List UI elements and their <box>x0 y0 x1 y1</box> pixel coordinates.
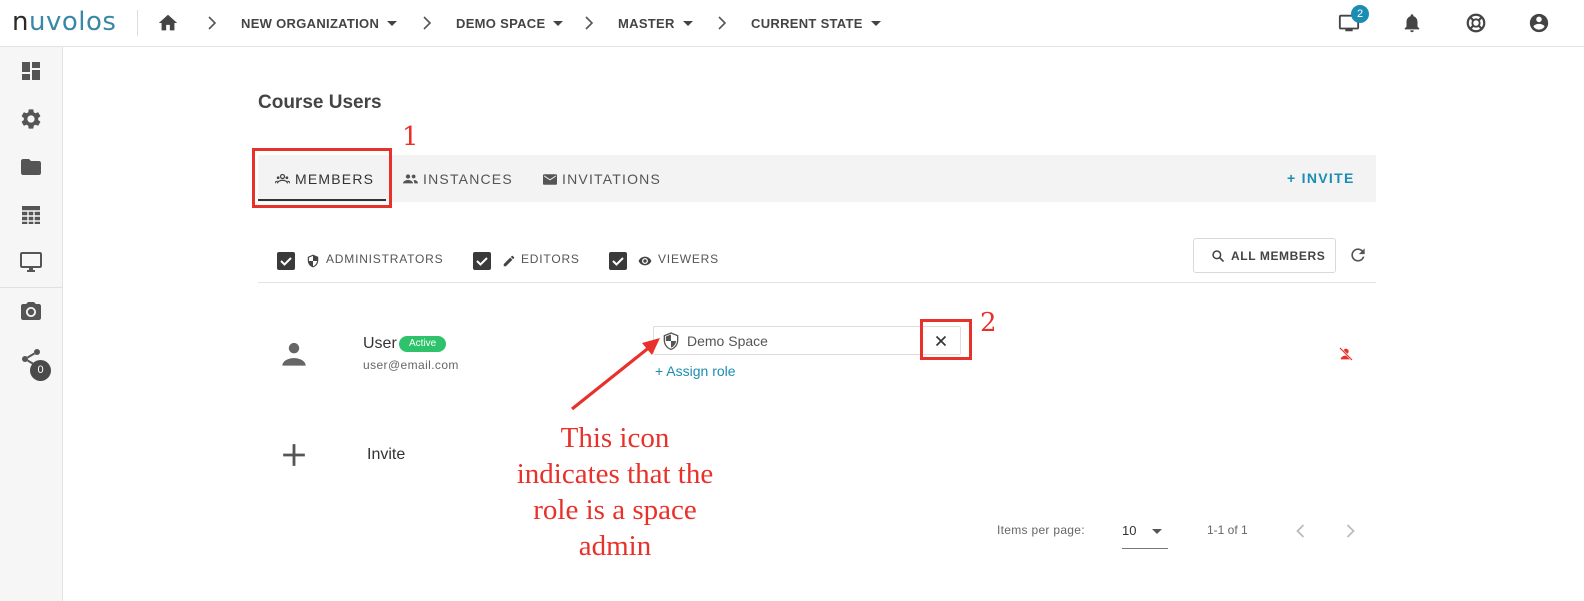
items-per-page-select[interactable]: 10 <box>1122 521 1168 549</box>
notifications-badge: 2 <box>1351 5 1369 23</box>
chevron-right-icon <box>423 16 432 30</box>
table-icon[interactable] <box>19 203 43 227</box>
annotation-box-remove-role <box>920 319 972 360</box>
administrators-checkbox[interactable] <box>277 252 295 270</box>
camera-snapshot-icon[interactable] <box>19 299 43 323</box>
chevron-right-icon[interactable] <box>1340 521 1360 541</box>
chevron-right-icon <box>585 16 594 30</box>
annotation-number-2: 2 <box>980 308 997 338</box>
home-icon[interactable] <box>157 12 179 34</box>
caret-down-icon <box>682 21 693 27</box>
sidebar: 0 <box>0 47 63 601</box>
share-count-badge: 0 <box>30 360 51 381</box>
invite-row-label[interactable]: Invite <box>367 446 405 464</box>
people-icon <box>403 174 418 184</box>
dashboard-icon[interactable] <box>19 59 43 83</box>
role-chip: Demo Space <box>653 326 961 355</box>
help-lifebuoy-icon[interactable] <box>1465 12 1487 34</box>
page-title: Course Users <box>258 92 382 113</box>
breadcrumb-instance[interactable]: MASTER <box>618 16 693 31</box>
shield-icon <box>307 254 319 268</box>
logo-divider <box>137 10 138 36</box>
status-badge: Active <box>399 336 447 352</box>
remove-user-icon[interactable] <box>1338 346 1354 362</box>
annotation-number-1: 1 <box>402 122 419 152</box>
caret-down-icon <box>387 21 398 27</box>
refresh-icon[interactable] <box>1348 245 1368 265</box>
chevron-right-icon <box>718 16 727 30</box>
gear-icon[interactable] <box>19 107 43 131</box>
page-range: 1-1 of 1 <box>1207 523 1248 537</box>
desktop-icon[interactable] <box>19 250 43 274</box>
tabs-bar: MEMBERS INSTANCES INVITATIONS <box>258 155 1376 202</box>
caret-down-icon <box>553 21 564 27</box>
annotation-arrow <box>571 338 660 411</box>
person-avatar-icon <box>282 342 306 366</box>
bell-icon[interactable] <box>1401 12 1423 34</box>
member-name: User <box>363 335 397 352</box>
chevron-right-icon <box>208 16 217 30</box>
annotation-note: This icon indicates that the role is a s… <box>516 422 714 562</box>
pencil-icon <box>503 255 515 267</box>
filter-editors-label[interactable]: EDITORS <box>521 252 580 272</box>
add-icon[interactable] <box>281 442 307 468</box>
member-email: user@email.com <box>363 358 459 372</box>
account-circle-icon[interactable] <box>1528 12 1550 34</box>
sidebar-divider <box>0 287 63 288</box>
all-members-button[interactable]: ALL MEMBERS <box>1193 238 1336 273</box>
folder-icon[interactable] <box>19 155 43 179</box>
filter-viewers-label[interactable]: VIEWERS <box>658 252 719 272</box>
breadcrumb-snapshot[interactable]: CURRENT STATE <box>751 16 881 31</box>
invite-button[interactable]: + INVITE <box>1287 170 1355 186</box>
caret-down-icon <box>1152 529 1162 534</box>
chevron-left-icon[interactable] <box>1291 521 1311 541</box>
search-icon <box>1212 250 1225 263</box>
nuvolos-logo[interactable]: nuvolos <box>12 7 116 37</box>
filter-administrators-label[interactable]: ADMINISTRATORS <box>326 252 443 272</box>
breadcrumb-space[interactable]: DEMO SPACE <box>456 16 564 31</box>
eye-icon <box>638 256 652 266</box>
filters-divider <box>258 282 1376 283</box>
caret-down-icon <box>870 21 881 27</box>
mail-icon <box>543 174 557 185</box>
tab-invitations[interactable]: INVITATIONS <box>543 171 661 187</box>
annotation-box-members-tab <box>252 148 392 208</box>
role-label: Demo Space <box>687 333 768 349</box>
tab-instances[interactable]: INSTANCES <box>403 171 513 187</box>
breadcrumb-organization[interactable]: NEW ORGANIZATION <box>241 16 398 31</box>
viewers-checkbox[interactable] <box>609 252 627 270</box>
items-per-page-label: Items per page: <box>997 523 1085 537</box>
top-bar: nuvolos NEW ORGANIZATION DEMO SPACE MAST… <box>0 0 1584 47</box>
editors-checkbox[interactable] <box>473 252 491 270</box>
